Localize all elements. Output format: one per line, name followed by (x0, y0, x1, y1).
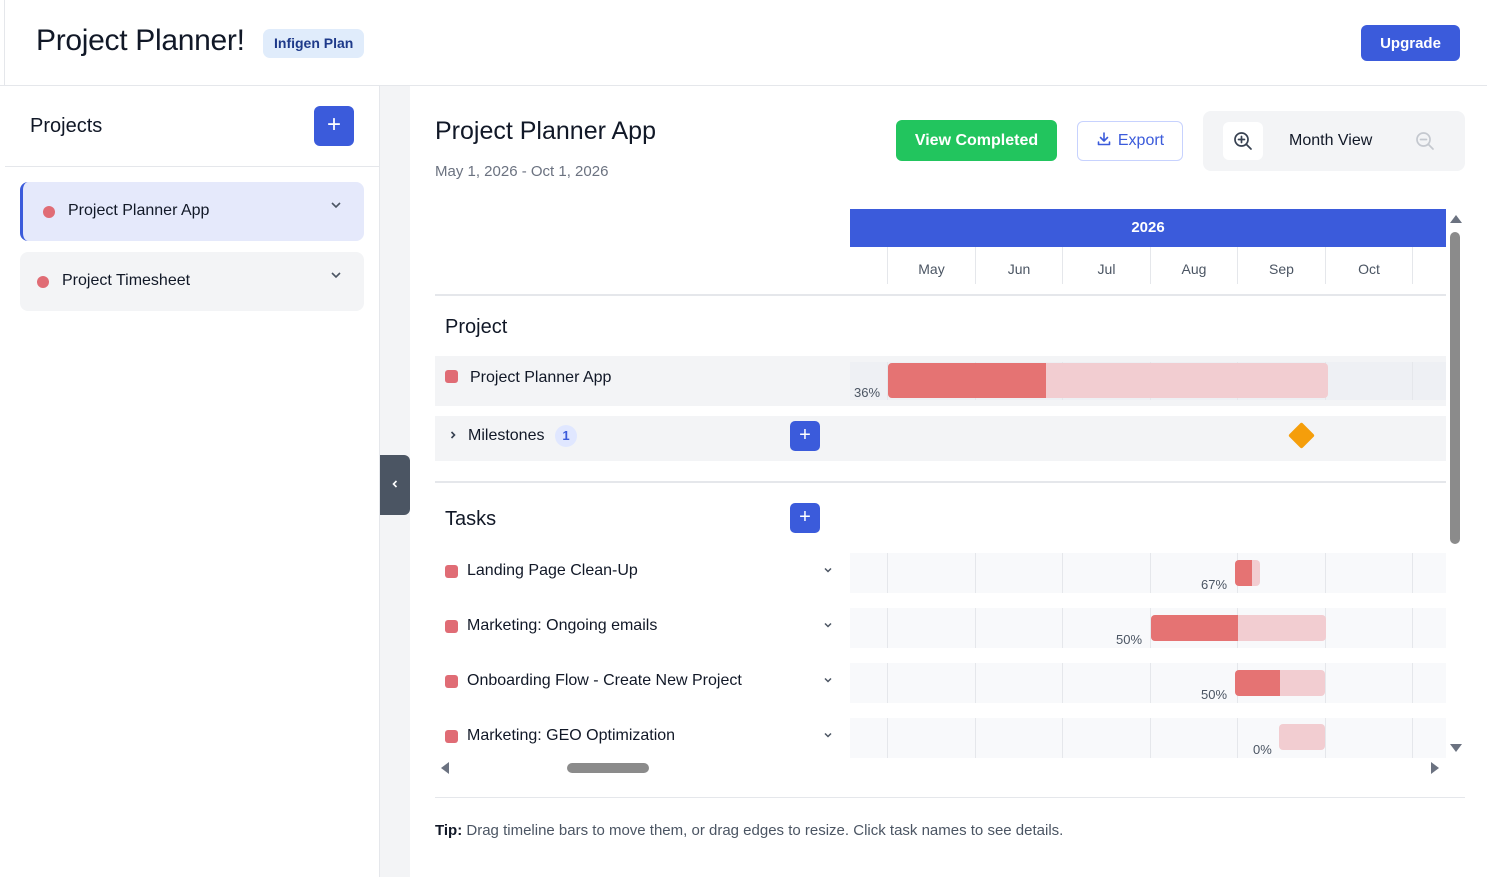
chevron-right-icon[interactable] (448, 429, 458, 443)
upgrade-button[interactable]: Upgrade (1361, 25, 1460, 61)
task-row-grid (850, 663, 1446, 703)
divider (435, 797, 1465, 798)
month-label: Jul (1062, 247, 1150, 284)
view-completed-button[interactable]: View Completed (896, 120, 1057, 161)
task-timeline-bar[interactable] (1279, 724, 1325, 750)
export-button[interactable]: Export (1077, 121, 1183, 161)
sidebar-header: Projects + (5, 86, 379, 167)
collapse-sidebar-button[interactable] (380, 455, 410, 515)
month-label: r (850, 247, 887, 284)
milestones-toggle[interactable]: Milestones (468, 427, 544, 445)
plus-icon: + (799, 506, 811, 528)
month-label: May (887, 247, 975, 284)
task-color-square (445, 620, 458, 633)
project-section-label: Project (445, 316, 508, 338)
divider (435, 481, 1446, 483)
month-label: Aug (1150, 247, 1237, 284)
vertical-scrollbar-thumb[interactable] (1450, 232, 1460, 544)
plus-icon: + (326, 111, 341, 138)
scroll-up-arrow[interactable] (1450, 215, 1462, 223)
add-project-button[interactable]: + (314, 106, 354, 146)
plus-icon: + (799, 424, 811, 446)
task-row-grid (850, 553, 1446, 593)
progress-label: 50% (1201, 687, 1228, 702)
milestone-count-badge: 1 (555, 425, 577, 447)
project-row-name[interactable]: Project Planner App (470, 369, 611, 387)
scroll-down-arrow[interactable] (1450, 744, 1462, 752)
scroll-right-arrow[interactable] (1431, 762, 1439, 774)
timeline-year-header: 2026 (850, 209, 1446, 247)
window-edge (0, 0, 5, 86)
horizontal-scrollbar-thumb[interactable] (567, 763, 649, 773)
download-icon (1097, 132, 1111, 146)
task-color-square (445, 730, 458, 743)
divider (435, 294, 1446, 296)
task-progress-fill (1235, 670, 1280, 696)
chevron-down-icon[interactable] (330, 268, 342, 284)
task-color-square (445, 675, 458, 688)
date-range: May 1, 2026 - Oct 1, 2026 (435, 163, 609, 180)
progress-label: 0% (1253, 742, 1272, 757)
month-label: Jun (975, 247, 1062, 284)
zoom-out-icon[interactable] (1405, 122, 1445, 160)
month-label: Oct (1325, 247, 1412, 284)
chevron-down-icon[interactable] (823, 674, 833, 688)
scroll-left-arrow[interactable] (441, 762, 449, 774)
project-color-square (445, 370, 458, 383)
project-color-dot (43, 206, 55, 218)
task-progress-fill (1151, 615, 1238, 641)
add-task-button[interactable]: + (790, 503, 820, 533)
plan-badge: Infigen Plan (263, 29, 365, 58)
task-color-square (445, 565, 458, 578)
app-title: Project Planner! (36, 24, 245, 57)
chevron-down-icon[interactable] (330, 198, 342, 214)
task-name[interactable]: Landing Page Clean-Up (467, 562, 638, 580)
progress-label: 67% (1201, 577, 1228, 592)
task-row-grid (850, 608, 1446, 648)
sidebar-item-label: Project Planner App (68, 202, 210, 219)
tasks-section-label: Tasks (445, 508, 497, 530)
chevron-left-icon (392, 480, 398, 488)
chevron-down-icon[interactable] (823, 564, 833, 578)
sidebar-title: Projects (30, 115, 103, 137)
progress-label: 36% (854, 385, 881, 400)
zoom-level-label: Month View (1289, 132, 1373, 149)
export-label: Export (1117, 132, 1165, 149)
timeline-month-header: r May Jun Jul Aug Sep Oct N (850, 247, 1446, 284)
projects-sidebar: Projects + Project Planner App Project T… (5, 86, 380, 877)
task-name[interactable]: Marketing: Ongoing emails (467, 617, 657, 635)
progress-label: 50% (1116, 632, 1143, 647)
month-label: Sep (1237, 247, 1325, 284)
project-color-dot (37, 276, 49, 288)
add-milestone-button[interactable]: + (790, 421, 820, 451)
tip-body: Drag timeline bars to move them, or drag… (466, 822, 1064, 839)
zoom-in-icon[interactable] (1223, 122, 1263, 160)
sidebar-item-project-planner-app[interactable]: Project Planner App (20, 182, 364, 241)
sidebar-item-label: Project Timesheet (62, 272, 191, 289)
top-bar: Project Planner! Infigen Plan Upgrade (0, 0, 1487, 86)
task-row-grid (850, 718, 1446, 758)
tip-text: Tip: Drag timeline bars to move them, or… (435, 822, 1063, 839)
month-label: N (1412, 247, 1446, 284)
project-progress-fill (888, 363, 1046, 398)
task-name[interactable]: Marketing: GEO Optimization (467, 727, 675, 745)
sidebar-item-project-timesheet[interactable]: Project Timesheet (20, 252, 364, 311)
task-progress-fill (1235, 560, 1252, 586)
chevron-down-icon[interactable] (823, 619, 833, 633)
task-name[interactable]: Onboarding Flow - Create New Project (467, 672, 742, 690)
zoom-controls: Month View (1203, 111, 1465, 171)
chevron-down-icon[interactable] (823, 729, 833, 743)
page-title: Project Planner App (435, 117, 656, 145)
tip-prefix: Tip: (435, 822, 463, 839)
main-panel: Project Planner App May 1, 2026 - Oct 1,… (410, 86, 1487, 877)
